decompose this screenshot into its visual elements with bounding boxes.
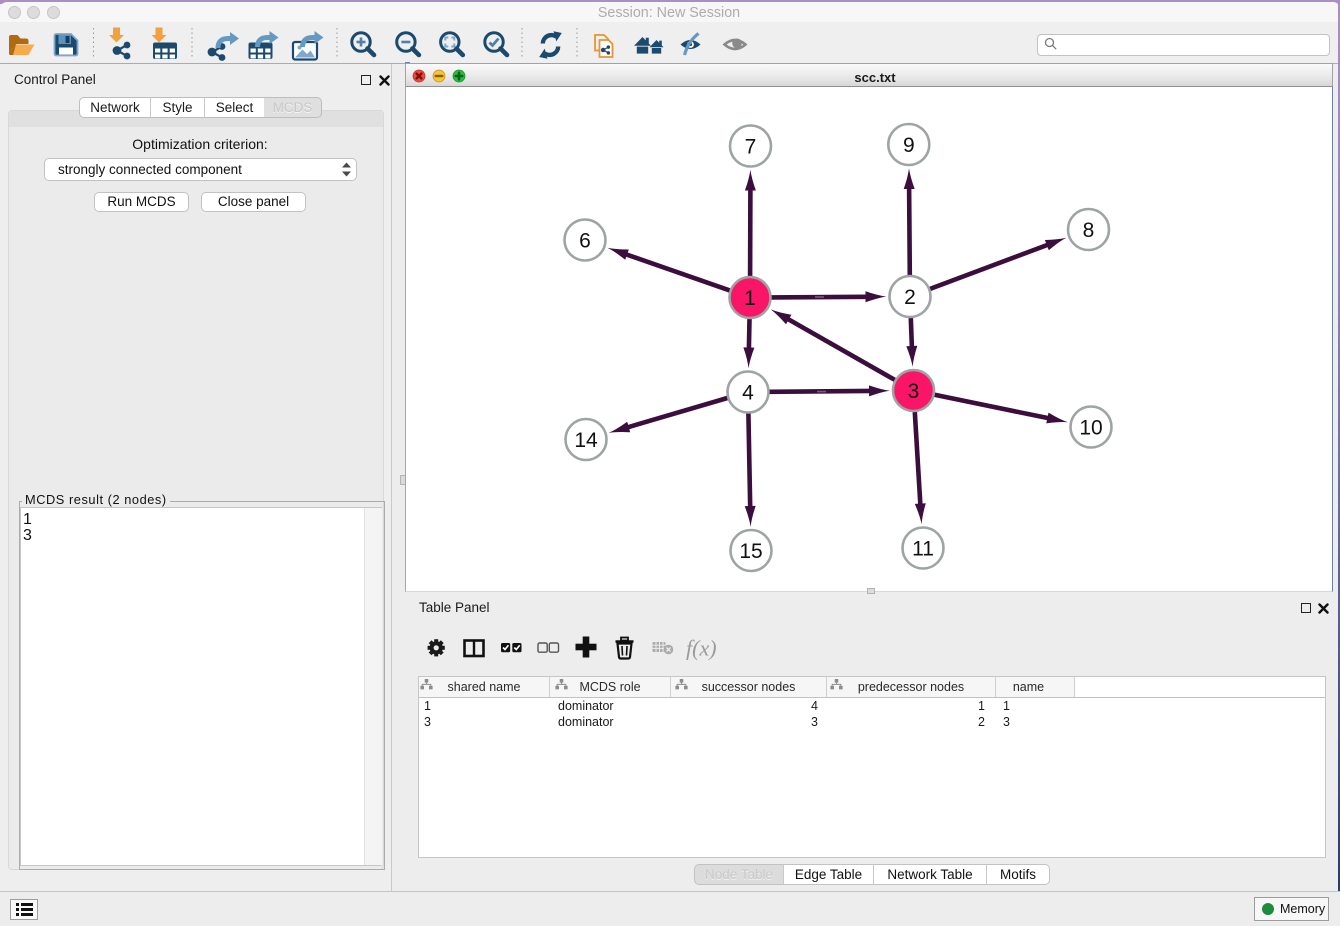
- svg-text:6: 6: [579, 230, 591, 253]
- svg-text:8: 8: [1083, 219, 1095, 242]
- svg-text:15: 15: [739, 540, 762, 563]
- svg-text:9: 9: [903, 134, 915, 157]
- svg-text:f(x): f(x): [686, 636, 717, 661]
- svg-text:11: 11: [912, 538, 934, 561]
- svg-text:7: 7: [745, 136, 757, 159]
- svg-text:3: 3: [908, 380, 920, 403]
- svg-text:14: 14: [574, 429, 598, 452]
- svg-text:1: 1: [744, 287, 756, 310]
- svg-text:10: 10: [1079, 417, 1102, 440]
- svg-text:2: 2: [904, 286, 916, 309]
- svg-text:4: 4: [742, 382, 754, 405]
